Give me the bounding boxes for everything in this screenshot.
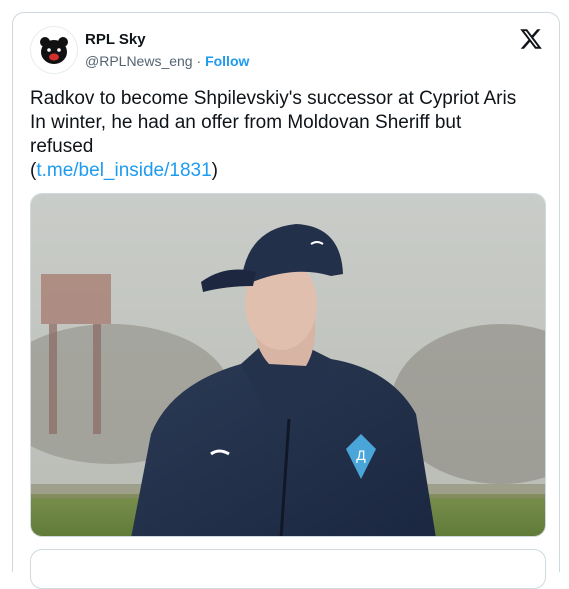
follow-button[interactable]: Follow <box>205 53 249 69</box>
tweet-link-line: (t.me/bel_inside/1831) <box>30 159 545 183</box>
quoted-content-box[interactable] <box>30 549 546 589</box>
tweet-line-1: Radkov to become Shpilevskiy's successor… <box>30 88 517 109</box>
account-avatar[interactable] <box>30 26 78 74</box>
tweet-card: RPL Sky @RPLNews_eng · Follow Radkov to … <box>12 12 560 589</box>
tweet-line-3: refused <box>30 136 94 157</box>
x-logo-icon[interactable] <box>519 27 543 51</box>
svg-text:Д: Д <box>356 447 366 463</box>
separator-dot: · <box>196 53 202 69</box>
bear-logo-icon <box>40 37 68 64</box>
tweet-text: Radkov to become Shpilevskiy's successor… <box>30 87 545 183</box>
coach-photo: Д <box>31 194 545 536</box>
tweet-link[interactable]: t.me/bel_inside/1831 <box>36 160 211 181</box>
tweet-photo[interactable]: Д <box>30 193 546 537</box>
link-close-paren: ) <box>211 160 218 181</box>
account-handle-row: @RPLNews_eng · Follow <box>85 53 249 69</box>
tweet-line-2: In winter, he had an offer from Moldovan… <box>30 112 462 133</box>
account-handle[interactable]: @RPLNews_eng <box>85 53 193 69</box>
account-name[interactable]: RPL Sky <box>85 31 146 48</box>
